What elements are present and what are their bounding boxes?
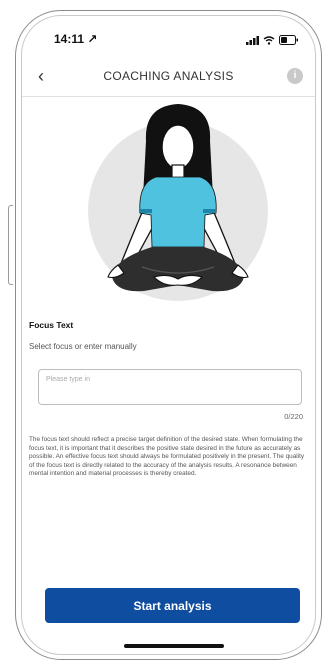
info-icon[interactable]: i (287, 68, 303, 84)
focus-description: The focus text should reflect a precise … (29, 436, 305, 478)
header-divider (22, 96, 315, 97)
focus-text-input[interactable] (38, 369, 302, 405)
focus-text-label: Focus Text (29, 320, 74, 330)
app-header: ‹ COACHING ANALYSIS i (22, 66, 315, 92)
meditation-illustration (88, 104, 268, 301)
signal-icon (246, 35, 259, 45)
start-analysis-button[interactable]: Start analysis (45, 588, 300, 623)
home-indicator (124, 644, 224, 648)
app-screen: 14:11 ↗ ‹ COACHING ANALYSIS i Focus Text… (21, 15, 316, 655)
status-bar: 14:11 ↗ (22, 32, 315, 52)
status-time: 14:11 ↗ (54, 32, 98, 46)
battery-icon (279, 35, 298, 45)
phone-side-button (8, 205, 13, 285)
focus-select-link[interactable]: Select focus or enter manually (29, 342, 137, 351)
status-icons (246, 35, 299, 45)
page-title: COACHING ANALYSIS (103, 69, 234, 83)
wifi-icon (263, 35, 275, 45)
character-counter: 0/220 (284, 412, 303, 421)
